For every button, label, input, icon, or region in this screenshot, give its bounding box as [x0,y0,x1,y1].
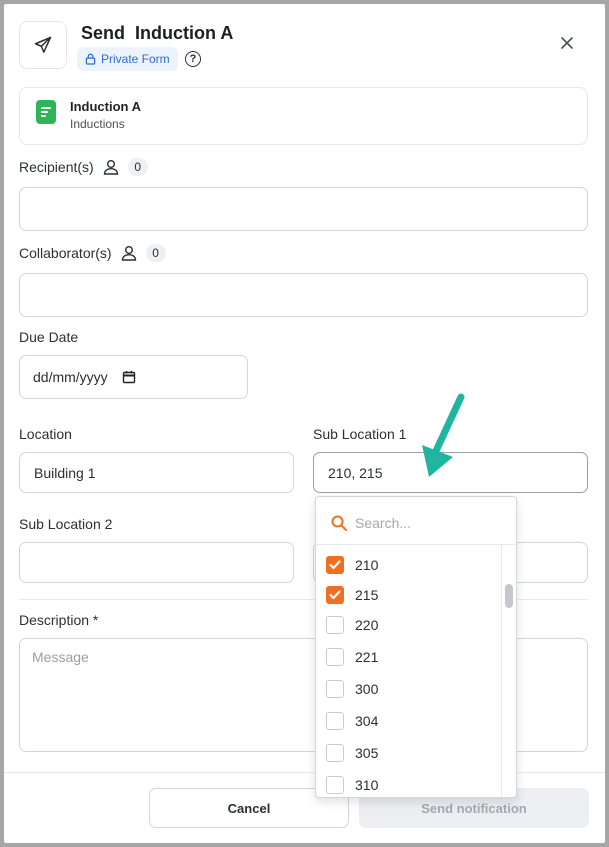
dropdown-option-label: 210 [355,557,379,573]
recipients-input[interactable] [19,187,588,231]
collaborators-label: Collaborator(s) [19,245,112,261]
dropdown-search-placeholder: Search... [355,515,412,531]
lock-icon [85,53,96,65]
checkbox-icon[interactable] [326,712,344,730]
dropdown-option[interactable]: 210 [326,549,501,581]
form-document-icon [36,100,56,124]
dropdown-option[interactable]: 310 [326,769,501,797]
form-category: Inductions [70,117,125,131]
dropdown-option-label: 220 [355,617,379,633]
dropdown-option[interactable]: 305 [326,737,501,769]
dropdown-option[interactable]: 215 [326,579,501,611]
dropdown-option-label: 310 [355,777,379,793]
due-date-label: Due Date [19,329,79,345]
checkbox-icon[interactable] [326,616,344,634]
sub-location-1-label: Sub Location 1 [313,426,407,442]
send-icon [19,21,67,69]
dropdown-option-label: 221 [355,649,379,665]
help-icon[interactable]: ? [185,51,201,67]
collaborators-count: 0 [145,244,166,262]
dropdown-option-label: 304 [355,713,379,729]
search-icon [331,515,347,531]
dropdown-search[interactable]: Search... [316,497,516,545]
private-form-badge: Private Form [77,47,178,71]
dropdown-option[interactable]: 220 [326,609,501,641]
badge-label: Private Form [101,52,170,66]
recipients-label-row: Recipient(s) 0 [19,158,148,176]
close-icon[interactable] [560,36,574,50]
location-label: Location [19,426,72,442]
location-input[interactable]: Building 1 [19,452,294,493]
form-name: Induction A [70,99,142,114]
dropdown-option[interactable]: 304 [326,705,501,737]
sub-location-dropdown: Search... 210 215 220 221 300 304 305 310 [315,496,517,798]
dropdown-option-label: 215 [355,587,379,603]
dropdown-option[interactable]: 221 [326,641,501,673]
dropdown-scrollbar[interactable] [505,584,513,608]
calendar-icon[interactable] [122,370,136,384]
modal-title: Send Induction A [81,23,234,43]
send-form-modal: Send Induction A Private Form ? Inductio… [4,4,605,843]
dropdown-option-label: 300 [355,681,379,697]
checkbox-icon[interactable] [326,744,344,762]
dropdown-option-label: 305 [355,745,379,761]
checkbox-checked-icon[interactable] [326,586,344,604]
person-icon [103,160,118,175]
recipients-label: Recipient(s) [19,159,94,175]
person-icon [121,246,136,261]
sub-location-2-label: Sub Location 2 [19,516,113,532]
recipients-count: 0 [127,158,148,176]
dropdown-scroll-track[interactable] [501,545,502,797]
dropdown-option[interactable]: 300 [326,673,501,705]
due-date-input[interactable]: dd/mm/yyyy [19,355,248,399]
due-date-placeholder: dd/mm/yyyy [33,369,108,385]
checkbox-checked-icon[interactable] [326,556,344,574]
checkbox-icon[interactable] [326,776,344,794]
annotation-arrow-icon [422,393,465,477]
form-card: Induction A Inductions [19,87,588,145]
collaborators-input[interactable] [19,273,588,317]
collaborators-label-row: Collaborator(s) 0 [19,244,166,262]
sub-location-2-input[interactable] [19,542,294,583]
description-label: Description * [19,612,99,628]
checkbox-icon[interactable] [326,680,344,698]
checkbox-icon[interactable] [326,648,344,666]
